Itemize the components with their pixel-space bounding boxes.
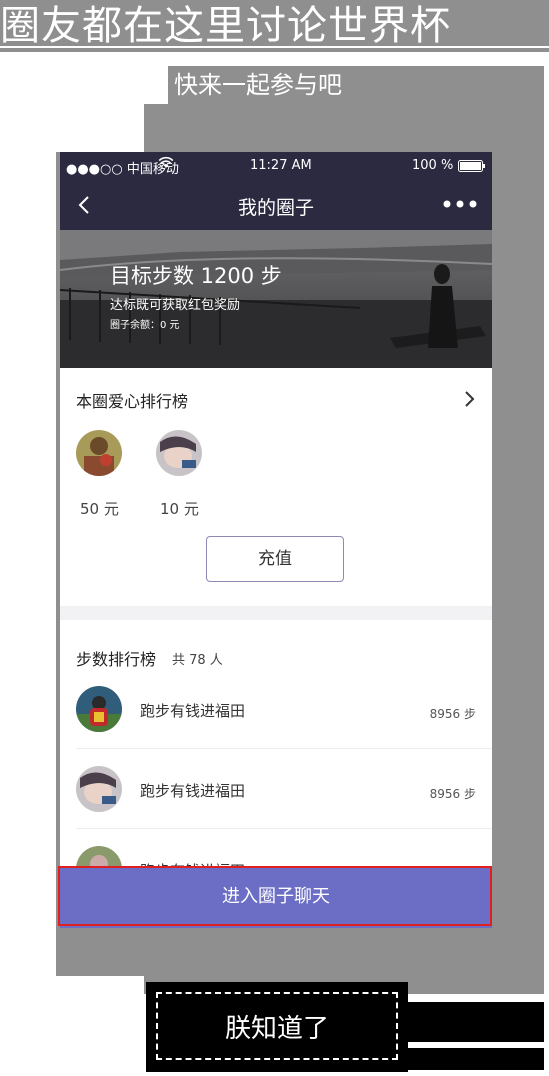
step-count: 8956 步: [429, 707, 476, 721]
stamp-bar-2: [408, 1048, 544, 1070]
subline-caption: 快来一起参与吧: [168, 66, 544, 104]
step-board-title: 步数排行榜: [76, 650, 157, 669]
chevron-right-icon[interactable]: [464, 390, 476, 412]
balance-text: 圈子余额：0 元: [110, 320, 180, 331]
acknowledge-stamp[interactable]: 朕知道了: [146, 982, 408, 1072]
stamp-label: 朕知道了: [224, 1014, 329, 1044]
donation-amount: 10 元: [160, 500, 199, 518]
hero-banner: 目标步数 1200 步 达标既可获取红包奖励 圈子余额：0 元: [60, 230, 492, 368]
battery-icon: [458, 160, 486, 176]
love-board-title: 本圈爱心排行榜: [76, 392, 189, 411]
phone-screen: ●●●○○ 中国移动 11:27 AM 100 % 我的圈子 目标步数 1200…: [60, 152, 492, 928]
runner-name: 跑步有钱进福田: [140, 782, 246, 800]
participant-count: 共 78 人: [172, 653, 223, 668]
runner-name: 跑步有钱进福田: [140, 702, 246, 720]
row-divider: [76, 748, 492, 749]
backdrop-right: [492, 152, 544, 928]
avatar: [76, 766, 122, 812]
wifi-icon: [158, 156, 174, 174]
donation-amount: 50 元: [80, 500, 119, 518]
stamp-bar: [408, 1002, 544, 1042]
battery-label: 100 %: [412, 158, 454, 173]
section-divider: [60, 606, 492, 620]
clock: 11:27 AM: [250, 158, 312, 173]
status-bar: ●●●○○ 中国移动 11:27 AM 100 %: [60, 152, 492, 180]
enter-chat-button[interactable]: 进入圈子聊天: [60, 868, 492, 928]
headline-caption: 圈友都在这里讨论世界杯: [0, 0, 549, 52]
avatar[interactable]: [156, 430, 202, 476]
recharge-button[interactable]: 充值: [206, 536, 344, 582]
backdrop-top: [144, 104, 544, 152]
backdrop-bottom: [56, 926, 544, 976]
reward-text: 达标既可获取红包奖励: [110, 298, 241, 313]
avatar: [76, 686, 122, 732]
nav-bar: 我的圈子: [60, 180, 492, 230]
goal-text: 目标步数 1200 步: [110, 264, 282, 288]
step-count: 8956 步: [429, 787, 476, 801]
row-divider: [76, 828, 492, 829]
page-title: 我的圈子: [237, 197, 314, 219]
more-dots-icon[interactable]: [442, 196, 478, 212]
avatar[interactable]: [76, 430, 122, 476]
